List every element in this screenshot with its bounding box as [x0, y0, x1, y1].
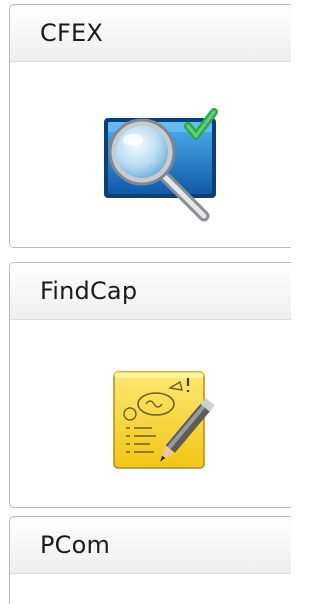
note-pencil-icon[interactable] — [108, 368, 214, 480]
magnifier-check-icon[interactable] — [100, 106, 222, 224]
tile-header: FindCap — [10, 263, 291, 320]
tile-title: CFEX — [40, 19, 103, 47]
app-tile-findcap[interactable]: FindCap — [9, 262, 291, 508]
tile-header: CFEX — [10, 5, 291, 62]
tile-header: PCom — [10, 517, 291, 574]
tile-title: FindCap — [40, 277, 138, 305]
app-tile-cfex[interactable]: CFEX — [9, 4, 291, 248]
tile-body — [10, 62, 291, 247]
tile-body — [10, 320, 291, 507]
app-launcher-panel: CFEX FindCap PCom — [0, 0, 291, 604]
app-tile-pcom[interactable]: PCom — [9, 516, 291, 604]
tile-title: PCom — [40, 531, 111, 559]
